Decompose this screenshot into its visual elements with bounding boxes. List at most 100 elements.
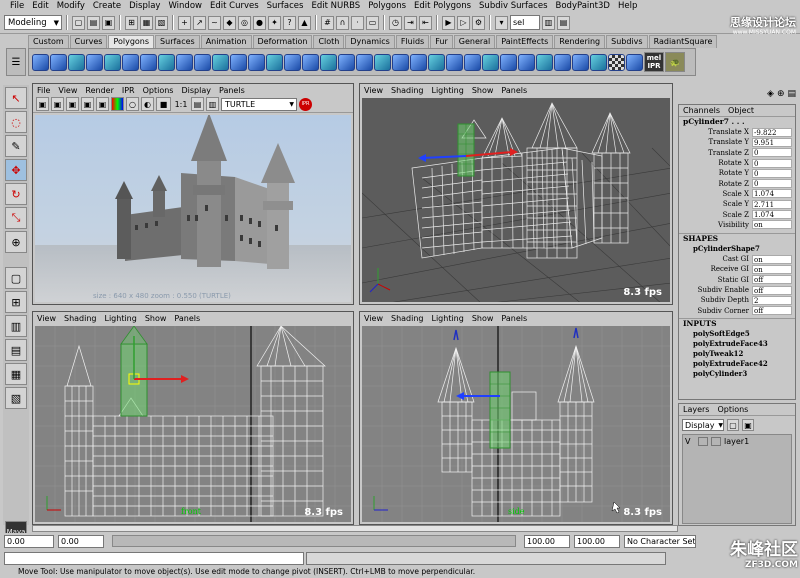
save-scene-icon[interactable]: ▣: [102, 15, 115, 30]
front-menu-show[interactable]: Show: [145, 314, 167, 323]
layer-visibility-toggle[interactable]: V: [685, 437, 695, 446]
input-ops-icon[interactable]: ⇥: [404, 15, 417, 30]
delete-edge-icon[interactable]: [446, 53, 463, 71]
quadrangulate-icon[interactable]: [284, 53, 301, 71]
split-edge-ring-icon[interactable]: [482, 53, 499, 71]
front-menu-shading[interactable]: Shading: [64, 314, 97, 323]
side-menu-show[interactable]: Show: [472, 314, 494, 323]
collapse-icon[interactable]: [464, 53, 481, 71]
time-slider[interactable]: [32, 525, 678, 532]
manipulator-icon[interactable]: ⊕: [777, 89, 785, 99]
input-node[interactable]: polyExtrudeFace42: [679, 359, 795, 369]
shelf-tab-custom[interactable]: Custom: [28, 35, 69, 48]
channel-value[interactable]: 1.074: [752, 210, 792, 220]
layer-type-toggle[interactable]: [698, 436, 708, 446]
rgb-channels-icon[interactable]: [111, 97, 124, 111]
real-size-icon[interactable]: ■: [156, 97, 171, 111]
front-menu-panels[interactable]: Panels: [174, 314, 200, 323]
luminance-icon[interactable]: ◐: [141, 97, 154, 111]
history-icon[interactable]: ◷: [389, 15, 402, 30]
boolean-union-icon[interactable]: [176, 53, 193, 71]
start-time-field[interactable]: 0.00: [4, 534, 54, 548]
select-hierarchy-icon[interactable]: ⊞: [125, 15, 138, 30]
input-node[interactable]: polyExtrudeFace43: [679, 339, 795, 349]
new-layer-icon[interactable]: ▢: [727, 419, 739, 431]
planar-map-icon[interactable]: [572, 53, 589, 71]
rotate-tool-icon[interactable]: ↻: [5, 183, 27, 205]
layer-color-swatch[interactable]: [711, 436, 721, 446]
triangulate-icon[interactable]: [266, 53, 283, 71]
shape-attr-value[interactable]: off: [752, 306, 792, 316]
refresh-icon[interactable]: ▣: [66, 97, 79, 111]
boolean-difference-icon[interactable]: [194, 53, 211, 71]
snapshot-icon[interactable]: ▣: [96, 97, 109, 111]
extract-icon[interactable]: [518, 53, 535, 71]
single-pane-layout-icon[interactable]: ▢: [5, 267, 27, 289]
cylindrical-map-icon[interactable]: [590, 53, 607, 71]
pick-surfaces-icon[interactable]: ◆: [223, 15, 236, 30]
move-tool-icon[interactable]: ✥: [5, 159, 27, 181]
object-tab[interactable]: Object: [728, 106, 754, 115]
pick-deformers-icon[interactable]: ◎: [238, 15, 251, 30]
menu-display[interactable]: Display: [125, 1, 164, 11]
smooth-icon[interactable]: [248, 53, 265, 71]
shelf-tab-deformation[interactable]: Deformation: [252, 35, 313, 48]
render-icon[interactable]: ▶: [442, 15, 455, 30]
poly-torus-icon[interactable]: [122, 53, 139, 71]
ratio-button[interactable]: 1:1: [173, 100, 189, 109]
front-viewport[interactable]: front 8.3 fps: [35, 326, 351, 522]
side-viewport[interactable]: side 8.3 fps: [362, 326, 670, 522]
scale-tool-icon[interactable]: ⤡: [5, 207, 27, 229]
select-object-icon[interactable]: ▦: [140, 15, 153, 30]
merge-vertices-icon[interactable]: [410, 53, 427, 71]
shape-attr-value[interactable]: off: [752, 275, 792, 285]
input-line-icon[interactable]: ▾: [495, 15, 508, 30]
menu-polygons[interactable]: Polygons: [364, 1, 410, 11]
persp-graph-hypergraph-layout-icon[interactable]: ▧: [5, 387, 27, 409]
region-render-icon[interactable]: ▣: [81, 97, 94, 111]
pick-dynamics-icon[interactable]: ●: [253, 15, 266, 30]
rv-menu-view[interactable]: View: [58, 86, 77, 95]
input-node[interactable]: polySoftEdge5: [679, 329, 795, 339]
rv-menu-display[interactable]: Display: [181, 86, 211, 95]
combine-icon[interactable]: [140, 53, 157, 71]
ipr-render-icon[interactable]: ▣: [51, 97, 64, 111]
remove-image-icon[interactable]: ▥: [206, 97, 219, 111]
persp-menu-show[interactable]: Show: [472, 86, 494, 95]
pick-misc-icon[interactable]: ?: [283, 15, 296, 30]
input-node[interactable]: polyTweak12: [679, 349, 795, 359]
create-polygon-icon[interactable]: [554, 53, 571, 71]
menu-help[interactable]: Help: [614, 1, 641, 11]
split-polygon-icon[interactable]: [374, 53, 391, 71]
menu-edit-polygons[interactable]: Edit Polygons: [410, 1, 475, 11]
channel-value[interactable]: 0: [752, 158, 792, 168]
snap-curve-icon[interactable]: ∩: [336, 15, 349, 30]
persp-menu-lighting[interactable]: Lighting: [431, 86, 463, 95]
channel-value[interactable]: 2.711: [752, 199, 792, 209]
alpha-channel-icon[interactable]: ○: [126, 97, 139, 111]
shape-name[interactable]: pCylinderShape7: [679, 244, 795, 254]
ipr-render-icon[interactable]: ▷: [457, 15, 470, 30]
options-menu[interactable]: Options: [717, 405, 748, 414]
menu-surfaces[interactable]: Surfaces: [263, 1, 308, 11]
pick-handles-icon[interactable]: +: [178, 15, 191, 30]
persp-menu-panels[interactable]: Panels: [501, 86, 527, 95]
side-menu-shading[interactable]: Shading: [391, 314, 424, 323]
shelf-tab-surfaces[interactable]: Surfaces: [155, 35, 200, 48]
menu-modify[interactable]: Modify: [53, 1, 89, 11]
pick-curves-icon[interactable]: ~: [208, 15, 221, 30]
mel-script-icon[interactable]: mel IPR: [644, 52, 664, 72]
persp-outliner-layout-icon[interactable]: ▥: [5, 315, 27, 337]
shelf-tab-radiantsquare[interactable]: RadiantSquare: [648, 35, 718, 48]
channel-value[interactable]: 1.074: [752, 189, 792, 199]
paint-select-icon[interactable]: ✎: [5, 135, 27, 157]
duplicate-face-icon[interactable]: [500, 53, 517, 71]
uv-editor-icon[interactable]: [626, 53, 643, 71]
shelf-tab-polygons[interactable]: Polygons: [108, 35, 155, 48]
mode-dropdown[interactable]: Modeling ▼: [4, 15, 62, 30]
bevel-icon[interactable]: [356, 53, 373, 71]
ipr-badge[interactable]: IPR: [299, 97, 312, 111]
redo-render-icon[interactable]: ▣: [36, 97, 49, 111]
end-time-field[interactable]: 100.00: [574, 534, 620, 548]
side-menu-panels[interactable]: Panels: [501, 314, 527, 323]
